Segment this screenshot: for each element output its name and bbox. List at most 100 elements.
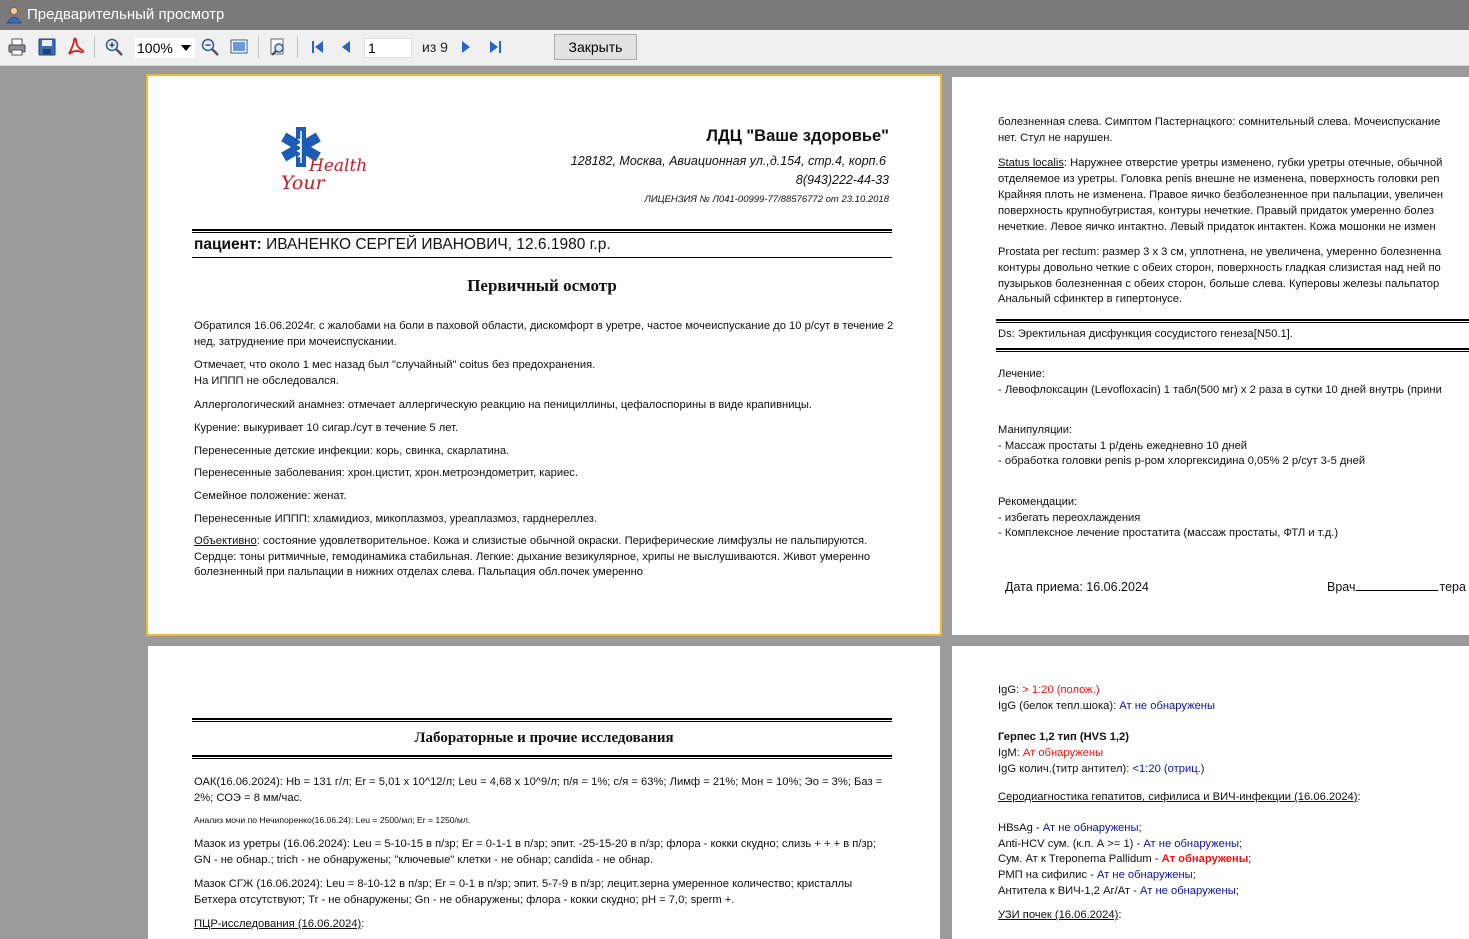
recommendation-line: - избегать переохлаждения bbox=[998, 512, 1141, 524]
childhood-infections-text: Перенесенные детские инфекции: корь, сви… bbox=[194, 445, 510, 457]
smoking-text: Курение: выкуривает 10 сигар./сут в тече… bbox=[194, 422, 459, 434]
first-page-icon bbox=[312, 41, 323, 53]
next-page-button[interactable] bbox=[455, 36, 477, 58]
page-heading: Первичный осмотр bbox=[467, 276, 617, 295]
preview-page-4[interactable]: IgG: > 1:20 (полож.) IgG (белок тепл.шок… bbox=[952, 646, 1469, 939]
text-line: Анальный сфинктер в гипертонусе. bbox=[998, 293, 1183, 305]
lab-result-row: HBsAg - Ат не обнаружены; bbox=[998, 821, 1142, 837]
toolbar-separator bbox=[94, 36, 95, 58]
last-page-button[interactable] bbox=[484, 36, 506, 58]
next-page-icon bbox=[462, 41, 470, 53]
text-line: контуры довольно четкие с обеих сторон, … bbox=[998, 262, 1441, 274]
text-line: нет. Стул не нарушен. bbox=[998, 132, 1113, 144]
page-number-input[interactable]: 1 bbox=[364, 38, 412, 58]
first-page-button[interactable] bbox=[307, 36, 329, 58]
result-tail: ; bbox=[1192, 869, 1196, 881]
result-tail: ; bbox=[1239, 838, 1243, 850]
pcr-title-line: ПЦР-исследования (16.06.2024): bbox=[194, 917, 364, 933]
zoom-out-button[interactable] bbox=[199, 36, 221, 58]
doctor-suffix: тера bbox=[1439, 580, 1466, 594]
doctor-signature: Врач тера bbox=[1327, 580, 1466, 594]
diagnosis-text: Ds: Эректильная дисфункция сосудистого г… bbox=[998, 328, 1293, 340]
page-count-label: из 9 bbox=[422, 39, 448, 55]
find-button[interactable] bbox=[267, 36, 289, 58]
preview-page-2[interactable]: болезненная слева. Симптом Пастернацкого… bbox=[952, 77, 1469, 635]
result-label: IgG: bbox=[998, 684, 1023, 696]
result-value: Ат обнаружены bbox=[1161, 853, 1249, 865]
save-icon bbox=[38, 38, 56, 56]
stds-history-text: На ИППП не обследовался. bbox=[194, 375, 339, 387]
objective-label: Объективно bbox=[194, 535, 257, 547]
lab-result-row: Anti-HCV сум. (к.п. А >= 1) - Ат не обна… bbox=[998, 837, 1242, 853]
zoom-select[interactable]: 100% bbox=[135, 38, 195, 58]
text-line: пузырьков болезненная с обеих сторон, бо… bbox=[998, 278, 1440, 290]
treatment-title: Лечение: bbox=[998, 368, 1046, 380]
objective-text: Объективно: состояние удовлетворительное… bbox=[194, 534, 874, 581]
lab-result-row: Сум. Ат к Treponema Pallidum - Ат обнару… bbox=[998, 852, 1251, 868]
export-pdf-button[interactable] bbox=[64, 36, 86, 58]
text-line: Prostata per rectum: размер 3 х 3 см, уп… bbox=[998, 246, 1442, 258]
result-label: Anti-HCV сум. (к.п. А >= 1) - bbox=[998, 838, 1144, 850]
marital-status-text: Семейное положение: женат. bbox=[194, 490, 347, 502]
zoom-value: 100% bbox=[137, 40, 173, 56]
print-button[interactable] bbox=[6, 36, 28, 58]
lab-result-row: IgG: > 1:20 (полож.) bbox=[998, 683, 1100, 699]
diagnosis-divider-bottom bbox=[996, 348, 1469, 352]
clinic-name: ЛДЦ "Ваше здоровье" bbox=[706, 127, 889, 145]
allergy-text: Аллергологический анамнез: отмечает алле… bbox=[194, 399, 813, 411]
pcr-title: ПЦР-исследования (16.06.2024) bbox=[194, 918, 362, 930]
lab-result-row: Антитела к ВИЧ-1,2 Аг/Ат - Ат не обнаруж… bbox=[998, 884, 1239, 900]
recommendations-title: Рекомендации: bbox=[998, 496, 1078, 508]
recommendation-line: - Комплексное лечение простатита (массаж… bbox=[998, 527, 1339, 539]
preview-page-1[interactable]: Your Health ЛДЦ "Ваше здоровье" 128182, … bbox=[146, 74, 942, 636]
lab-result-row: РМП на сифилис - Ат не обнаружены; bbox=[998, 868, 1196, 884]
result-label: IgM: bbox=[998, 747, 1023, 759]
pcr-colon: : bbox=[361, 918, 365, 930]
result-tail: ; bbox=[1138, 822, 1142, 834]
text-line: отделяемое из уретры. Головка penis внеш… bbox=[998, 173, 1440, 185]
patient-line: пациент: ИВАНЕНКО СЕРГЕЙ ИВАНОВИЧ, 12.6.… bbox=[194, 236, 611, 254]
clinic-license: ЛИЦЕНЗИЯ № Л041-00999-77/88576772 от 23.… bbox=[644, 194, 889, 205]
cbc-text: ОАК(16.06.2024): Hb = 131 г/л; Er = 5,01… bbox=[194, 776, 883, 804]
herpes-title: Герпес 1,2 тип (HVS 1,2) bbox=[998, 731, 1129, 743]
lab-result-row: IgG (белок тепл.шока): Ат не обнаружены bbox=[998, 699, 1215, 715]
pdf-icon bbox=[68, 37, 84, 55]
text-line: Крайняя плоть не изменена. Правое яичко … bbox=[998, 189, 1444, 201]
result-tail: ; bbox=[1235, 885, 1239, 897]
status-localis-label: Status localis bbox=[998, 157, 1064, 169]
manipulations-title: Манипуляции: bbox=[998, 424, 1073, 436]
diagnosis-divider-top bbox=[996, 319, 1469, 323]
result-value: Ат не обнаружены bbox=[1042, 822, 1139, 834]
text-line: болезненная слева. Симптом Пастернацкого… bbox=[998, 116, 1441, 128]
result-value: > 1:20 (полож.) bbox=[1022, 684, 1100, 696]
result-label: IgG (белок тепл.шока): bbox=[998, 700, 1120, 712]
title-bar: Предварительный просмотр bbox=[0, 0, 1469, 30]
past-stds-text: Перенесенные ИППП: хламидиоз, микоплазмо… bbox=[194, 513, 598, 525]
preview-page-3[interactable]: Лабораторные и прочие исследования ОАК(1… bbox=[148, 646, 940, 939]
serodiagnostics-title: Серодиагностика гепатитов, сифилиса и ВИ… bbox=[998, 791, 1358, 803]
result-label: Антитела к ВИЧ-1,2 Аг/Ат - bbox=[998, 885, 1141, 897]
patient-label: пациент: bbox=[194, 236, 262, 253]
chevron-down-icon bbox=[181, 45, 191, 51]
toolbar: 100% 1 из 9 Закрыть bbox=[0, 30, 1469, 66]
lab-divider-top bbox=[192, 718, 892, 722]
past-diseases-text: Перенесенные заболевания: хрон.цистит, х… bbox=[194, 467, 578, 479]
lab-result-row: IgG колич.(титр антител): <1:20 (отриц.) bbox=[998, 762, 1204, 778]
zoom-in-button[interactable] bbox=[103, 36, 125, 58]
urine-text: Анализ мочи по Нечипоренко(16.06.24): Le… bbox=[194, 815, 471, 825]
prev-page-button[interactable] bbox=[335, 36, 357, 58]
status-localis-line: Status localis: Наружнее отверстие уретр… bbox=[998, 156, 1442, 172]
save-button[interactable] bbox=[36, 36, 58, 58]
clinic-phone: 8(943)222-44-33 bbox=[795, 173, 889, 187]
kidney-ultrasound-title: УЗИ почек (16.06.2024) bbox=[998, 909, 1119, 921]
close-button[interactable]: Закрыть bbox=[554, 34, 637, 60]
page-fit-button[interactable] bbox=[228, 36, 250, 58]
lab-heading: Лабораторные и прочие исследования bbox=[414, 730, 674, 746]
clinic-logo: Your Health bbox=[279, 124, 369, 204]
toolbar-separator bbox=[258, 36, 259, 58]
patient-name: ИВАНЕНКО СЕРГЕЙ ИВАНОВИЧ, 12.6.1980 г.р. bbox=[266, 236, 611, 253]
result-value: Ат обнаружены bbox=[1022, 747, 1104, 759]
result-value: Ат не обнаружены bbox=[1096, 869, 1193, 881]
print-icon bbox=[8, 38, 26, 56]
result-label: HBsAg - bbox=[998, 822, 1043, 834]
